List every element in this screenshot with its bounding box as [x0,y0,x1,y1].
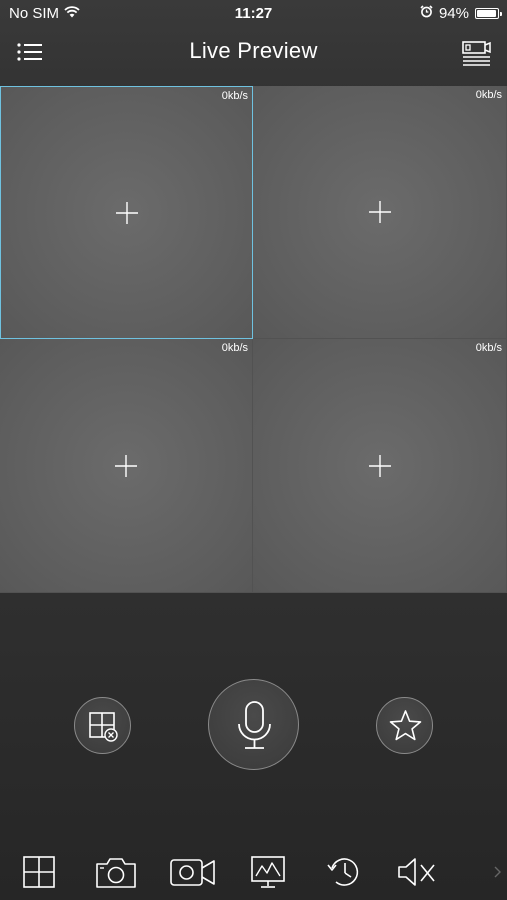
add-device-icon[interactable] [115,201,138,224]
video-window-1[interactable]: 0kb/s [0,86,253,339]
alarm-icon [420,5,433,22]
star-icon [389,710,422,741]
video-window-3[interactable]: 0kb/s [0,339,253,593]
bitrate-label: 0kb/s [221,90,248,102]
playback-icon [327,858,359,886]
monitor-button[interactable] [246,854,290,890]
talk-button[interactable] [208,679,299,770]
battery-icon [475,8,502,19]
add-device-icon[interactable] [115,454,137,477]
playback-button[interactable] [322,854,366,890]
navigation-bar: Live Preview [0,28,507,85]
battery-percent: 94% [438,5,469,22]
status-bar: No SIM 11:27 94% [0,0,507,28]
bottom-toolbar [0,848,507,900]
live-preview-screen: No SIM 11:27 94% Live Preview 0kb/s 0kb/… [0,0,507,900]
device-list-button[interactable] [461,38,493,68]
close-window-button[interactable] [74,697,131,754]
monitor-icon [251,856,285,888]
split-screen-icon [23,856,55,888]
page-title: Live Preview [189,38,318,63]
close-window-icon [89,712,118,742]
bitrate-label: 0kb/s [475,89,502,101]
favorite-button[interactable] [376,697,433,754]
add-device-icon[interactable] [368,201,391,223]
battery-fill [477,10,496,17]
mute-button[interactable] [395,854,439,890]
video-grid: 0kb/s 0kb/s 0kb/s 0kb/s [0,86,507,593]
bitrate-label: 0kb/s [221,342,248,354]
chevron-right-icon [494,866,501,878]
device-list-icon [462,41,491,66]
split-screen-button[interactable] [18,854,62,890]
toolbar-next-button[interactable] [487,854,507,890]
snapshot-button[interactable] [94,854,138,890]
status-right: 94% [420,5,502,22]
video-record-icon [170,859,215,886]
video-window-4[interactable]: 0kb/s [253,339,507,593]
mute-icon [398,858,435,886]
add-device-icon[interactable] [368,454,391,477]
camera-icon [96,858,136,888]
video-window-2[interactable]: 0kb/s [253,86,507,339]
bitrate-label: 0kb/s [475,342,502,354]
record-button[interactable] [169,854,215,890]
microphone-icon [238,701,271,749]
